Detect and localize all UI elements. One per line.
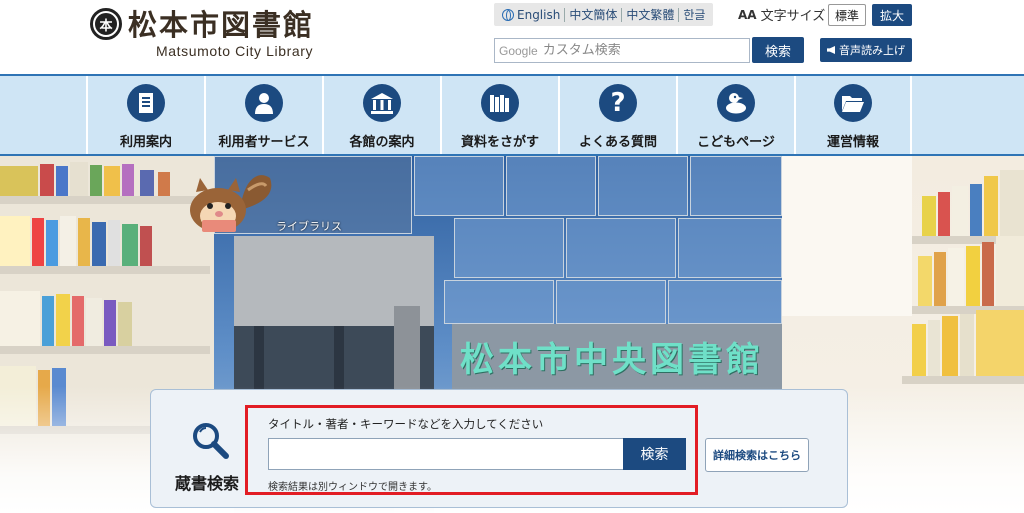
language-simplified-chinese[interactable]: 中文簡体 <box>565 7 623 22</box>
nav-label: こどもページ <box>697 135 775 150</box>
catalog-search-hint: タイトル・著者・キーワードなどを入力してください <box>268 417 544 431</box>
building-icon <box>363 84 401 122</box>
nav-label: よくある質問 <box>578 135 657 150</box>
speaker-icon <box>827 46 835 54</box>
building-sign: 松本市中央図書館 <box>460 340 764 380</box>
language-english-label: English <box>517 7 561 22</box>
duck-icon <box>717 84 755 122</box>
nav-item-user-services[interactable]: 利用者サービス <box>204 76 322 154</box>
nav-label: 資料をさがす <box>460 135 539 150</box>
site-search-input[interactable] <box>542 43 733 58</box>
google-logo: Google <box>499 43 538 58</box>
language-traditional-chinese[interactable]: 中文繁體 <box>622 7 680 22</box>
nav-item-faq[interactable]: ? よくある質問 <box>558 76 676 154</box>
person-icon <box>245 84 283 122</box>
text-to-speech-label: 音声読み上げ <box>839 44 905 57</box>
site-search-button[interactable]: 検索 <box>752 37 804 63</box>
question-icon: ? <box>599 84 637 122</box>
site-subtitle[interactable]: Matsumoto City Library <box>156 43 313 59</box>
language-switcher: English 中文簡体 中文繁體 한글 <box>494 3 714 26</box>
font-size-icon: AA <box>738 7 757 22</box>
nav-label: 各館の案内 <box>349 135 415 150</box>
language-english[interactable]: English <box>498 7 566 22</box>
catalog-search-title: 蔵書検索 <box>175 474 240 493</box>
advanced-search-button[interactable]: 詳細検索はこちら <box>705 438 809 472</box>
site-header: 本 松本市図書館 Matsumoto City Library English … <box>0 0 1024 74</box>
nav-item-search-materials[interactable]: 資料をさがす <box>440 76 558 154</box>
library-emblem-glyph: 本 <box>93 11 119 37</box>
catalog-search-button[interactable]: 検索 <box>623 438 686 470</box>
font-size-standard-button[interactable]: 標準 <box>828 4 866 26</box>
global-nav: 利用案内 利用者サービス 各館の案内 資料をさがす ? よくある質問 こどもペー… <box>0 74 1024 156</box>
nav-item-branches[interactable]: 各館の案内 <box>322 76 440 154</box>
font-size-text: 文字サイズ <box>760 9 826 24</box>
text-to-speech-button[interactable]: 音声読み上げ <box>820 38 912 62</box>
font-size-label: AA 文字サイズ <box>738 5 826 25</box>
nav-item-kids[interactable]: こどもページ <box>676 76 794 154</box>
folder-icon <box>834 84 872 122</box>
globe-icon <box>502 8 514 21</box>
library-emblem-icon[interactable]: 本 <box>90 8 122 40</box>
magnifier-icon <box>190 420 230 464</box>
catalog-search-note: 検索結果は別ウィンドウで開きます。 <box>268 482 437 493</box>
site-search-box: Google <box>494 38 750 63</box>
mascot-brand-label: ライブラリス <box>276 220 342 233</box>
catalog-search-input[interactable] <box>268 438 624 470</box>
font-size-large-button[interactable]: 拡大 <box>872 4 912 26</box>
squirrel-mascot-icon <box>178 170 278 236</box>
language-korean[interactable]: 한글 <box>679 8 709 22</box>
nav-item-guide[interactable]: 利用案内 <box>86 76 204 154</box>
nav-item-operations[interactable]: 運営情報 <box>794 76 912 154</box>
nav-label: 利用者サービス <box>218 135 310 150</box>
nav-label: 利用案内 <box>119 135 172 150</box>
books-icon <box>481 84 519 122</box>
nav-label: 運営情報 <box>826 135 879 150</box>
site-title[interactable]: 松本市図書館 <box>128 2 314 44</box>
document-icon <box>127 84 165 122</box>
